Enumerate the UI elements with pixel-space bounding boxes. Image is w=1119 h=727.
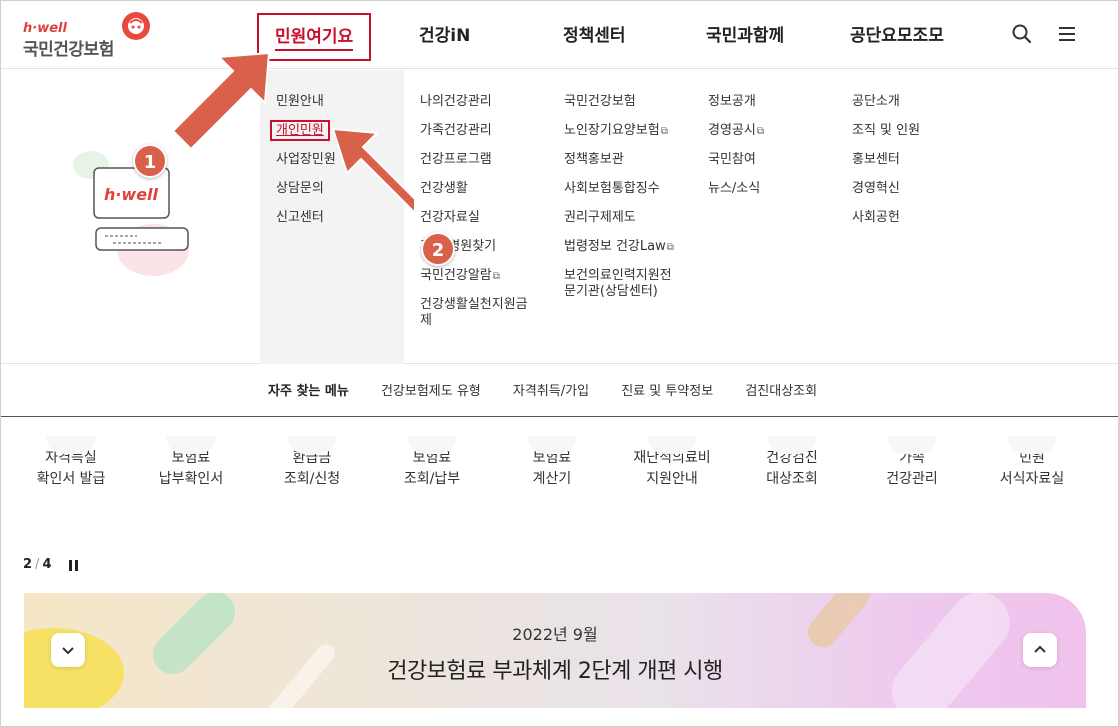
menu-column-health-in: 나의건강관리 가족건강관리 건강프로그램 건강생활 건강자료실 기관/병원찾기 … [420,94,532,341]
shortcut-line2: 지원안내 [646,471,698,487]
shortcut-line2: 계산기 [532,471,572,487]
menu-link-disclosure[interactable]: 정보공개 [708,94,764,123]
pager-separator: / [35,557,40,572]
banner-prev-button[interactable] [51,633,85,667]
shortcut-item[interactable]: 가족 건강관리 [857,436,967,490]
shortcut-line2: 조회/신청 [283,471,341,487]
step-marker-1: 1 [133,144,167,178]
menu-link-health-alarm[interactable]: 국민건강알람⧉ [420,268,532,297]
menu-link-ltc-insurance[interactable]: 노인장기요양보험⧉ [564,123,676,152]
shortcut-item[interactable]: 환급금 조회/신청 [257,436,367,490]
frequent-link-treatment-info[interactable]: 진료 및 투약정보 [621,384,713,399]
menu-link-health-law[interactable]: 법령정보 건강Law⧉ [564,239,676,268]
external-link-icon: ⧉ [756,126,764,137]
menu-column-with-people: 정보공개 경영공시⧉ 국민참여 뉴스/소식 [708,94,764,210]
menu-link-health-subsidy[interactable]: 건강생활실천지원금제 [420,297,532,341]
menu-column-corporation: 공단소개 조직 및 인원 홍보센터 경영혁신 사회공헌 [852,94,920,239]
gnb-item-health-in[interactable]: 건강iN [419,13,470,61]
menu-link-nhi[interactable]: 국민건강보험 [564,94,676,123]
frequent-link-insurance-types[interactable]: 건강보험제도 유형 [381,384,481,399]
main-banner[interactable]: 2022년 9월 건강보험료 부과체계 2단계 개편 시행 [24,593,1086,708]
logo-hwell-text: h·well [23,21,67,36]
frequent-link-qualification[interactable]: 자격취득/가입 [513,384,589,399]
menu-link-pr-center[interactable]: 홍보센터 [852,152,920,181]
menu-link-rights-relief[interactable]: 권리구제제도 [564,210,676,239]
menu-link-integrated-collection[interactable]: 사회보험통합징수 [564,181,676,210]
banner-title: 건강보험료 부과체계 2단계 개편 시행 [387,659,723,684]
menu-link-about[interactable]: 공단소개 [852,94,920,123]
menu-link-innovation[interactable]: 경영혁신 [852,181,920,210]
gnb-item-with-people[interactable]: 국민과함께 [706,13,784,61]
menu-link-business-minwon[interactable]: 사업장민원 [276,152,336,181]
gnb-item-policy-center[interactable]: 정책센터 [563,13,626,61]
shortcut-line2: 서식자료실 [999,471,1065,487]
illustration-label: h·well [104,185,159,204]
hamburger-menu-icon[interactable] [1056,23,1078,45]
external-link-icon: ⧉ [492,271,500,282]
menu-link-my-health[interactable]: 나의건강관리 [420,94,532,123]
menu-link-social-contribution[interactable]: 사회공헌 [852,210,920,239]
gnb-item-minwon[interactable]: 민원여기요 [257,13,372,61]
menu-column-policy: 국민건강보험 노인장기요양보험⧉ 정책홍보관 사회보험통합징수 권리구제제도 법… [564,94,676,312]
shortcut-item[interactable]: 자격득실 확인서 발급 [16,436,126,490]
personal-minwon-highlight[interactable]: 개인민원 [270,120,330,141]
shortcut-item[interactable]: 보험료 조회/납부 [377,436,487,490]
page-frame: h·well 국민건강보험 민원여기요 건강iN 정책센터 국민과함께 공단요모… [0,0,1119,727]
menu-link-minwon-guide[interactable]: 민원안내 [276,94,336,123]
pager-total: 4 [42,557,52,572]
shortcut-line2: 건강관리 [886,471,938,487]
site-header: h·well 국민건강보험 민원여기요 건강iN 정책센터 국민과함께 공단요모… [1,1,1118,69]
shortcut-line2: 조회/납부 [403,471,461,487]
shortcut-item[interactable]: 민원 서식자료실 [977,436,1087,490]
pager-current: 2 [23,557,33,572]
shortcut-line2: 확인서 발급 [36,471,106,487]
menu-link-participation[interactable]: 국민참여 [708,152,764,181]
shortcut-line2: 대상조회 [766,471,818,487]
menu-column-minwon: 민원안내 개인민원 사업장민원 상담문의 신고센터 [270,94,336,239]
banner-next-button[interactable] [1023,633,1057,667]
banner-decoration [24,593,1010,708]
menu-link-medical-staff-support[interactable]: 보건의료인력지원전문기관(상담센터) [564,268,676,312]
search-icon[interactable] [1011,23,1033,45]
frequent-link-checkup-target[interactable]: 검진대상조회 [745,384,817,399]
menu-link-family-health[interactable]: 가족건강관리 [420,123,532,152]
external-link-icon: ⧉ [666,242,674,253]
site-logo[interactable]: h·well 국민건강보험 [23,12,163,61]
chevron-up-icon [1034,645,1046,653]
menu-link-health-life[interactable]: 건강생활 [420,181,532,210]
step-marker-2: 2 [421,232,455,266]
external-link-icon: ⧉ [660,126,668,137]
mega-menu: h·well 민원안내 개인민원 사업장민원 상담문의 신고센터 나의건강관리 … [1,70,1118,364]
shortcut-line2: 납부확인서 [158,471,224,487]
menu-link-news[interactable]: 뉴스/소식 [708,181,764,210]
menu-link-report-center[interactable]: 신고센터 [276,210,336,239]
shortcut-item[interactable]: 보험료 계산기 [497,436,607,490]
banner-pager: 2/4 [23,557,51,572]
shortcut-item[interactable]: 보험료 납부확인서 [136,436,246,490]
shortcut-item[interactable]: 건강검진 대상조회 [737,436,847,490]
logo-mark-icon [122,12,150,40]
menu-link-organization[interactable]: 조직 및 인원 [852,123,920,152]
frequent-menu-bar: 자주 찾는 메뉴 건강보험제도 유형 자격취득/가입 진료 및 투약정보 검진대… [1,365,1118,417]
menu-link-policy-pr[interactable]: 정책홍보관 [564,152,676,181]
logo-org-name: 국민건강보험 [23,40,114,60]
menu-link-personal-minwon[interactable]: 개인민원 [270,120,336,152]
chevron-down-icon [62,647,74,655]
banner-subtitle: 2022년 9월 [512,625,598,644]
menu-link-counsel[interactable]: 상담문의 [276,181,336,210]
menu-link-management-notice[interactable]: 경영공시⧉ [708,123,764,152]
menu-link-health-program[interactable]: 건강프로그램 [420,152,532,181]
pause-icon[interactable] [69,560,79,571]
shortcut-item[interactable]: 재난적의료비 지원안내 [617,436,727,490]
frequent-menu-title: 자주 찾는 메뉴 [268,384,349,399]
shortcut-list: 자격득실 확인서 발급 보험료 납부확인서 환급금 조회/신청 보험료 조회/납부 보험… [1,418,1118,528]
gnb-item-corporation[interactable]: 공단요모조모 [850,13,944,61]
